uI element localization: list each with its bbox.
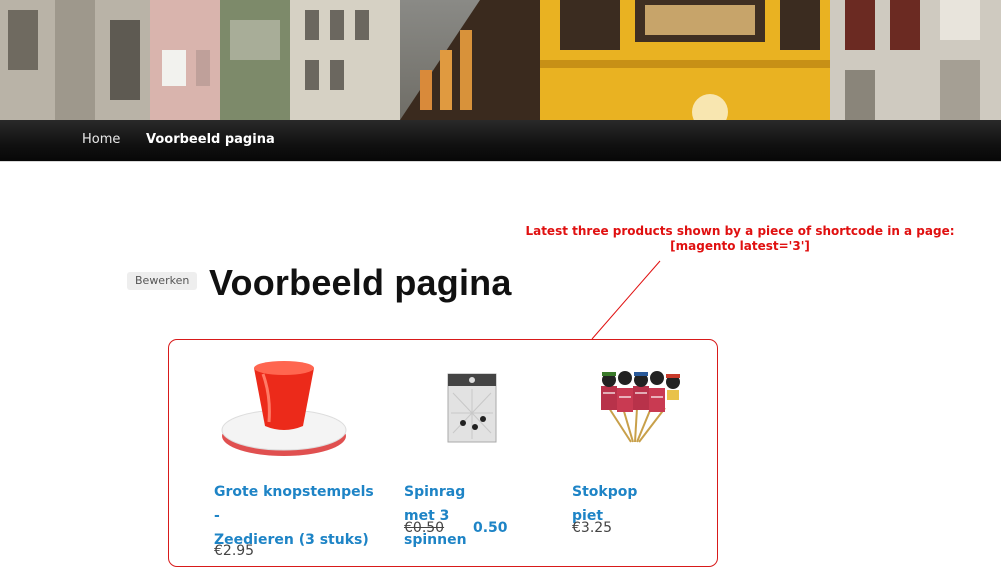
nav-item-voorbeeld-pagina[interactable]: Voorbeeld pagina: [146, 132, 275, 147]
product-price: €2.95: [214, 543, 255, 559]
nav-item-home[interactable]: Home: [82, 132, 120, 147]
page: Home Voorbeeld pagina Latest three produ…: [0, 0, 1001, 573]
product-special-price: 0.50: [473, 520, 508, 536]
product-old-price: €0.50: [404, 520, 445, 536]
annotation-note: Latest three products shown by a piece o…: [520, 224, 960, 254]
spider-web-package-product-image[interactable]: [447, 373, 497, 443]
stick-puppet-product-image[interactable]: [589, 368, 689, 444]
product-price: €3.25: [572, 520, 613, 536]
annotation-line-1: Latest three products shown by a piece o…: [525, 224, 955, 238]
product-name-line-1: Grote knopstempels -: [214, 484, 374, 524]
latest-products-box: Grote knopstempels - Zeedieren (3 stuks)…: [168, 339, 718, 567]
annotation-line-2: [magento latest='3']: [670, 239, 810, 253]
red-stamp-product-image[interactable]: [219, 356, 349, 460]
product-name-link[interactable]: Grote knopstempels - Zeedieren (3 stuks): [214, 480, 384, 552]
product-name-link[interactable]: Spinrag met 3 spinnen: [404, 480, 467, 552]
page-title: Voorbeeld pagina: [209, 262, 512, 303]
header-image: [0, 0, 1001, 120]
main-nav: Home Voorbeeld pagina: [0, 120, 1001, 162]
edit-button[interactable]: Bewerken: [127, 272, 198, 290]
